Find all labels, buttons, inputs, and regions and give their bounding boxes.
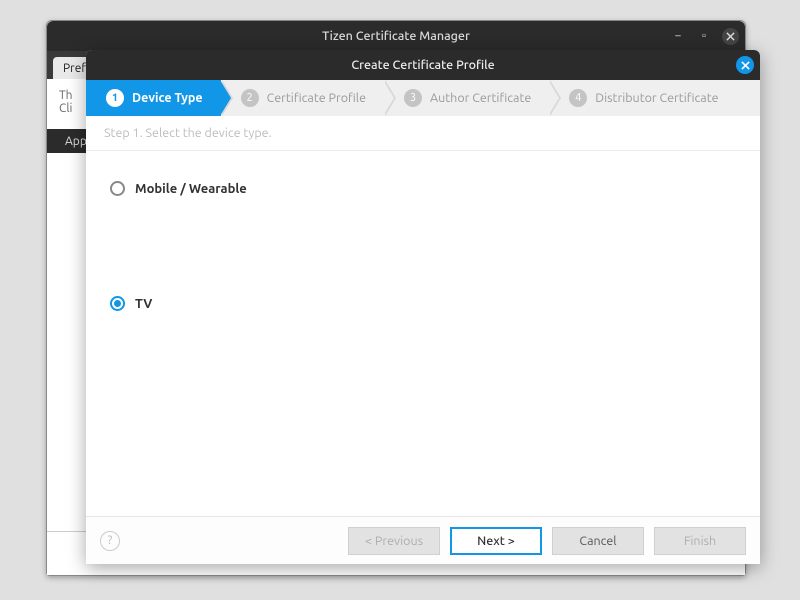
help-icon[interactable]: ? (100, 531, 120, 551)
bg-window-title: Tizen Certificate Manager (47, 29, 745, 43)
radio-tv[interactable]: TV (110, 296, 736, 311)
wizard-steps: 1 Device Type 2 Certificate Profile 3 Au… (86, 80, 760, 116)
step-label: Author Certificate (430, 91, 531, 105)
radio-icon (110, 296, 125, 311)
finish-button: Finish (654, 527, 746, 555)
radio-label: TV (135, 297, 152, 311)
maximize-icon[interactable]: ▫ (696, 28, 712, 44)
modal-close-button[interactable] (736, 56, 754, 74)
close-icon[interactable] (722, 28, 739, 45)
step-author-certificate[interactable]: 3 Author Certificate (384, 80, 549, 116)
bg-window-controls: – ▫ (670, 28, 739, 45)
step-number: 4 (569, 89, 587, 107)
wizard-footer: ? < Previous Next > Cancel Finish (86, 516, 760, 564)
step-distributor-certificate[interactable]: 4 Distributor Certificate (549, 80, 736, 116)
step-device-type[interactable]: 1 Device Type (86, 80, 221, 116)
minimize-icon[interactable]: – (670, 28, 686, 44)
radio-label: Mobile / Wearable (135, 182, 247, 196)
bg-titlebar: Tizen Certificate Manager – ▫ (47, 21, 745, 51)
step-label: Device Type (132, 91, 203, 105)
create-profile-modal: Create Certificate Profile 1 Device Type… (86, 50, 760, 564)
step-description: Step 1. Select the device type. (86, 116, 760, 151)
previous-button: < Previous (348, 527, 440, 555)
step-label: Certificate Profile (267, 91, 366, 105)
step-certificate-profile[interactable]: 2 Certificate Profile (221, 80, 384, 116)
next-button[interactable]: Next > (450, 527, 542, 555)
device-type-content: Mobile / Wearable TV (86, 151, 760, 516)
radio-icon (110, 181, 125, 196)
step-number: 3 (404, 89, 422, 107)
radio-mobile-wearable[interactable]: Mobile / Wearable (110, 181, 736, 196)
step-number: 2 (241, 89, 259, 107)
step-label: Distributor Certificate (595, 91, 718, 105)
modal-title: Create Certificate Profile (351, 58, 494, 72)
cancel-button[interactable]: Cancel (552, 527, 644, 555)
step-number: 1 (106, 89, 124, 107)
modal-titlebar: Create Certificate Profile (86, 50, 760, 80)
